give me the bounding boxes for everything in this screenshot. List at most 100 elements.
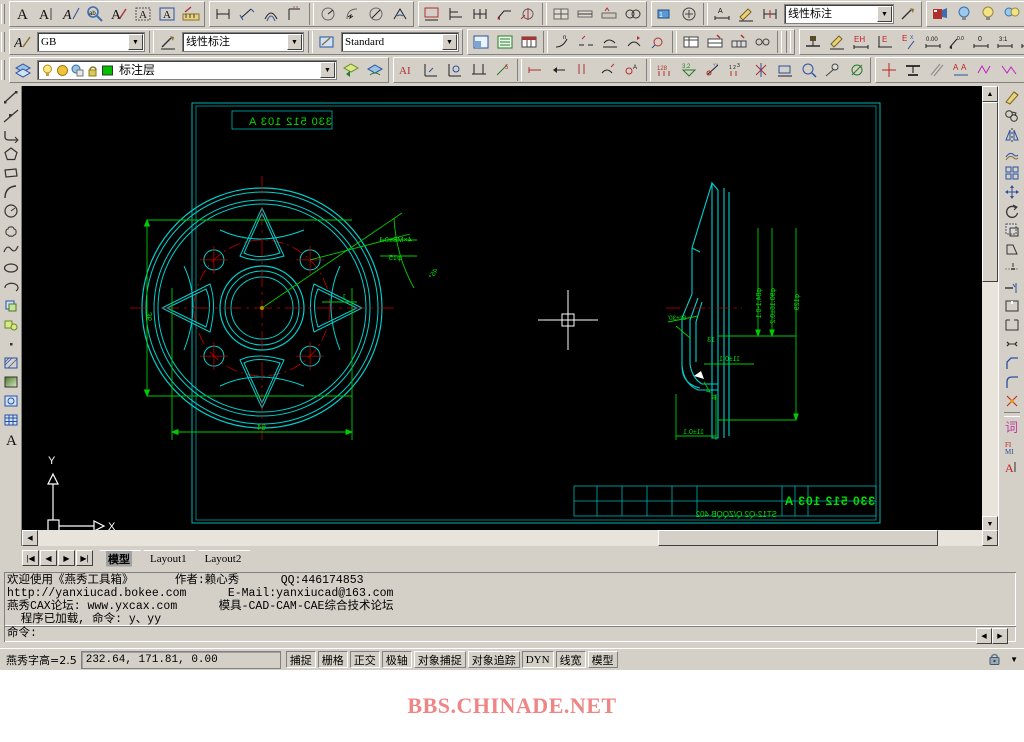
scroll-left-arrow-icon[interactable]: ◀ [22,530,38,546]
status-polar[interactable]: 极轴 [381,651,412,668]
sun-icon[interactable] [55,63,69,77]
dim-perpendicular-icon[interactable] [467,59,491,82]
scroll-right-arrow-icon[interactable]: ▶ [982,530,998,546]
insert-block-icon[interactable] [1,296,21,315]
dim-cross-icon[interactable] [596,59,620,82]
chevron-down-icon[interactable]: ▼ [320,62,335,78]
center-mark-icon[interactable] [549,3,573,26]
array-icon[interactable] [1002,163,1022,182]
toolbar-grip-2[interactable] [1,32,5,52]
trim-icon[interactable] [1002,258,1022,277]
dim-angle5-icon[interactable]: 5 [491,59,515,82]
status-snap[interactable]: 捕捉 [285,651,316,668]
continue-dimension-icon[interactable] [468,3,492,26]
single-line-text-icon[interactable]: A [35,3,59,26]
dimension-update-icon[interactable] [621,3,645,26]
dimension-style-manager-icon[interactable]: 1 [653,3,677,26]
dim-rect-icon[interactable] [773,59,797,82]
explode-icon[interactable] [1002,391,1022,410]
ellipse-icon[interactable] [1,258,21,277]
text-style-combo[interactable]: GB ▼ [37,32,145,52]
dim-inspect-icon[interactable] [598,31,622,54]
yx-zero-dim-icon[interactable]: 0.00 [921,31,945,54]
dim-zoom-icon[interactable] [797,59,821,82]
polyline-icon[interactable] [1,125,21,144]
dim-cross-axis-icon[interactable] [749,59,773,82]
arc-length-dimension-icon[interactable] [259,3,283,26]
dim-point-icon[interactable] [443,59,467,82]
yx-pen-icon[interactable] [825,31,849,54]
region-icon[interactable] [1,391,21,410]
dim-jog-icon[interactable] [646,31,670,54]
fillet-icon[interactable] [1002,372,1022,391]
yx-wave-icon[interactable] [973,59,997,82]
dim-slash-circle-icon[interactable] [845,59,869,82]
radius-dimension-icon[interactable] [316,3,340,26]
yx-leader-icon[interactable]: 0.0 [945,31,969,54]
yx-zigzag-icon[interactable] [997,59,1021,82]
copy-icon[interactable] [1002,106,1022,125]
multiline-text-icon[interactable]: A [11,3,35,26]
join-icon[interactable] [1002,334,1022,353]
arc-icon[interactable] [1,182,21,201]
vscroll-track[interactable] [982,102,998,516]
dim-ball-icon[interactable] [821,59,845,82]
tab-layout1[interactable]: Layout1 [138,550,196,567]
yx-15-dim-icon[interactable]: 15 [1017,31,1024,54]
table-cell-icon[interactable] [727,31,751,54]
jogged-dimension-icon[interactable] [340,3,364,26]
status-grid[interactable]: 栅格 [317,651,348,668]
dim-offset-icon[interactable]: A [620,59,644,82]
dim-space-icon[interactable] [622,31,646,54]
diameter-dimension-icon[interactable] [364,3,388,26]
dim-measure-icon[interactable]: YY [701,59,725,82]
status-dyn[interactable]: DYN [521,651,554,668]
yx-eh-dim-icon[interactable]: EH [849,31,873,54]
coordinate-display[interactable]: 232.64, 171.81, 0.00 [80,650,281,669]
table-style-combo[interactable]: Standard ▼ [341,32,459,52]
revision-cloud-icon[interactable] [1,220,21,239]
dim-split-icon[interactable]: 3.2 [677,59,701,82]
yx-center-line-icon[interactable] [901,59,925,82]
hatch-icon[interactable] [1,353,21,372]
status-ortho[interactable]: 正交 [349,651,380,668]
canvas-horizontal-scrollbar[interactable]: ◀ ▶ [22,530,998,546]
hscroll-track[interactable] [38,530,982,546]
toolbar-grip-3[interactable] [1,60,5,80]
make-object-layer-current-icon[interactable] [363,59,387,82]
command-input[interactable]: 命令: [4,626,1016,642]
yx-ex-dim-icon[interactable]: EX [897,31,921,54]
canvas-vertical-scrollbar[interactable]: ▲ ▼ [982,86,998,532]
tab-nav-last[interactable]: ▶| [76,550,93,566]
yx-ratio-dim-icon[interactable]: 3:1 [993,31,1017,54]
break-icon[interactable] [1002,315,1022,334]
tab-nav-first[interactable]: |◀ [22,550,39,566]
linear-dimension-icon[interactable] [211,3,235,26]
dim-parallel-icon[interactable] [572,59,596,82]
text-tool-icon[interactable]: A [1002,457,1022,476]
scale-text-icon[interactable]: A [155,3,179,26]
dim-text-icon[interactable]: AI [395,59,419,82]
offset-icon[interactable] [1002,144,1022,163]
layer-combo[interactable]: 标注层 ▼ [37,60,337,80]
chevron-down-icon[interactable]: ▼ [442,34,457,50]
chevron-down-icon[interactable]: ▼ [877,6,892,22]
tolerance-icon[interactable] [516,3,540,26]
dimension-add-icon[interactable] [677,3,701,26]
dim-node-icon[interactable]: 128 [653,59,677,82]
edit-text-icon[interactable]: A [59,3,83,26]
text-style-icon[interactable]: A [131,3,155,26]
break-at-point-icon[interactable] [1002,296,1022,315]
render-icon[interactable] [928,3,952,26]
hscroll-thumb[interactable] [658,530,938,546]
dim-flip-icon[interactable] [548,59,572,82]
gradient-icon[interactable] [1,372,21,391]
multiline-text-icon[interactable]: A [1,429,21,448]
chamfer-icon[interactable] [1002,353,1022,372]
fi-mi-icon[interactable]: FI MI [1002,438,1022,457]
spline-icon[interactable] [1,239,21,258]
command-history[interactable]: 欢迎使用《燕秀工具箱》 作者:赖心秀 QQ:446174853 http://y… [4,572,1016,626]
text-style-manager-icon[interactable]: A [11,31,35,54]
command-scroll-left-icon[interactable]: ◀ [976,628,992,644]
status-menu-arrow-icon[interactable]: ▼ [1006,655,1022,664]
